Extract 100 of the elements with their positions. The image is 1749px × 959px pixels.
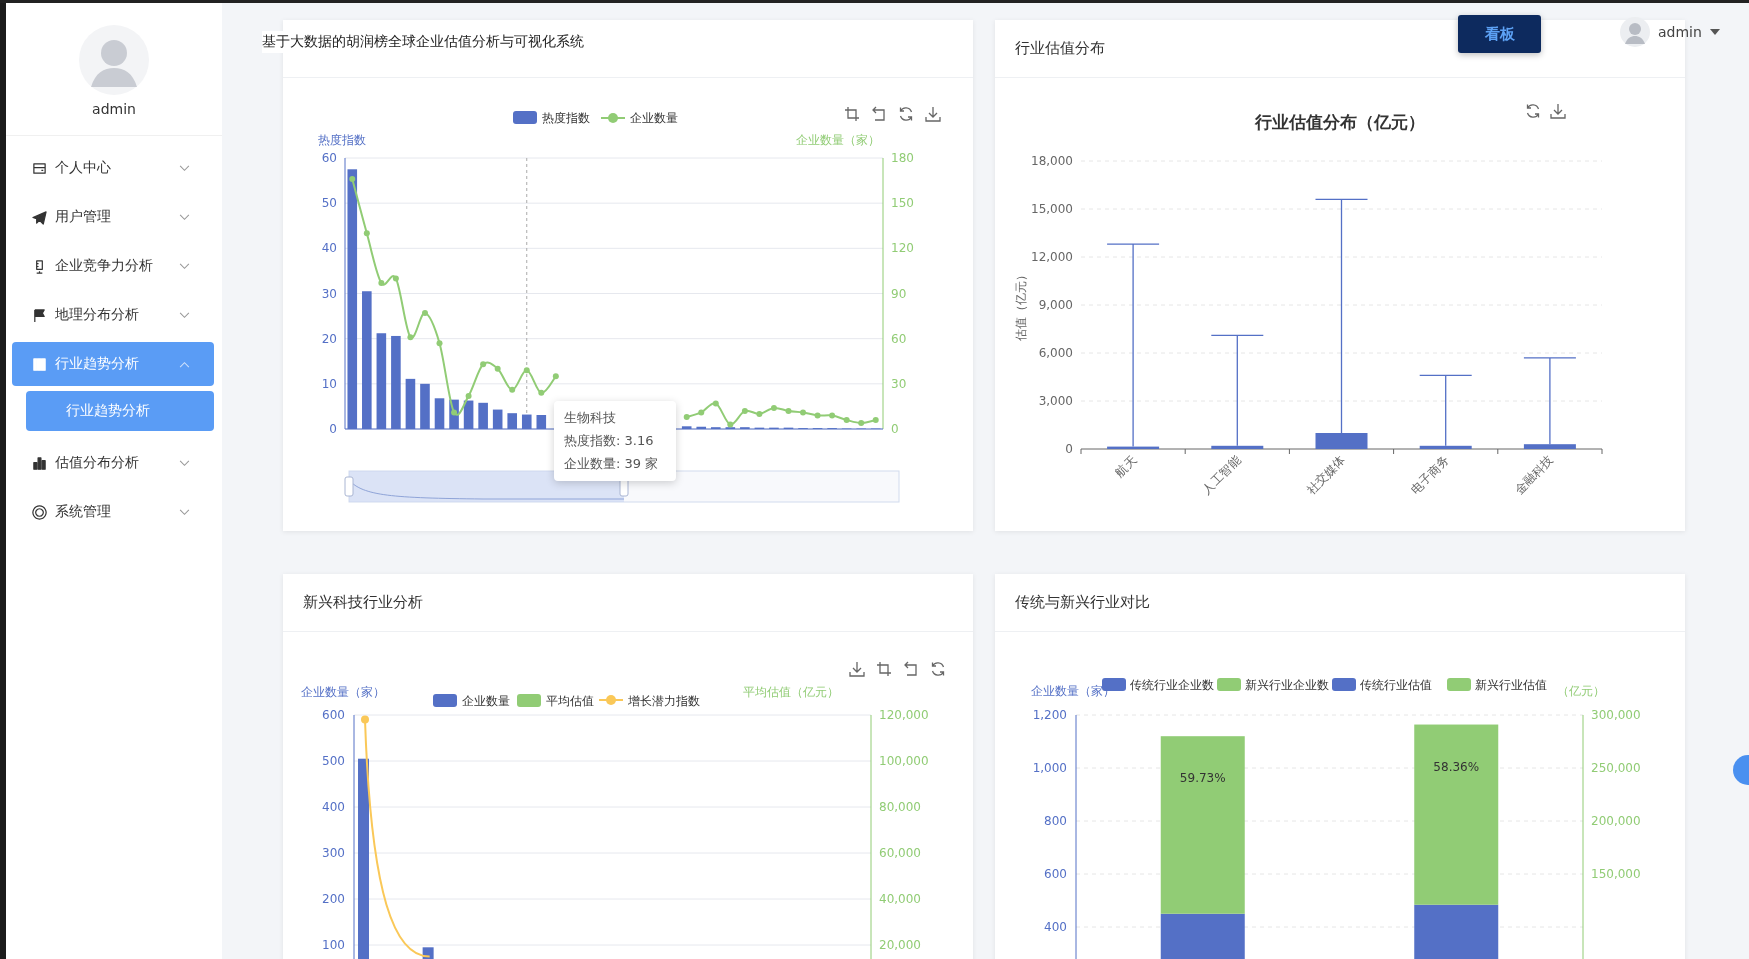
data-point: [683, 413, 690, 420]
card-title: 新兴科技行业分析: [303, 593, 423, 612]
data-point: [378, 279, 385, 286]
data-point: [800, 409, 807, 416]
zoom-area-icon[interactable]: [844, 106, 860, 122]
data-point: [814, 412, 821, 419]
tick-label: 20,000: [879, 938, 921, 952]
menu-item[interactable]: 系统管理: [12, 490, 214, 534]
menu-item[interactable]: 企业竞争力分析: [12, 244, 214, 288]
chevron-icon: [179, 311, 190, 319]
legend-label[interactable]: 平均估值: [546, 694, 594, 708]
data-point: [361, 715, 369, 724]
legend-swatch[interactable]: [598, 695, 624, 705]
zoom-reset-icon[interactable]: [904, 661, 917, 676]
tick-label: 0: [329, 422, 337, 436]
card-title: 行业估值分布: [1015, 39, 1105, 58]
data-point: [494, 365, 501, 372]
download-icon[interactable]: [849, 661, 865, 677]
caret-icon[interactable]: [1709, 29, 1720, 35]
menu-item[interactable]: 用户管理: [12, 195, 214, 239]
menu-item[interactable]: 个人中心: [12, 146, 214, 190]
data-point: [741, 407, 748, 414]
data-point: [363, 230, 370, 237]
dashboard-button[interactable]: 看板: [1458, 15, 1541, 53]
legend-label[interactable]: 企业数量: [462, 694, 510, 708]
data-point: [770, 404, 777, 411]
legend-swatch[interactable]: [433, 694, 457, 707]
data-point: [829, 412, 836, 419]
menu-item[interactable]: 地理分布分析: [12, 293, 214, 337]
data-point: [509, 386, 516, 393]
axis-title: 估值（亿元）: [1014, 269, 1028, 341]
menu-icon: [32, 307, 47, 323]
chevron-icon: [179, 459, 190, 467]
axis-title: 企业数量（家）: [796, 133, 880, 147]
user-name[interactable]: admin: [1658, 24, 1702, 40]
bar: [422, 947, 434, 959]
card-title: 传统与新兴行业对比: [1015, 593, 1150, 612]
tick-label: 15,000: [1031, 202, 1073, 216]
legend-label[interactable]: 热度指数: [542, 111, 590, 125]
menu-icon: [32, 455, 47, 471]
data-point: [843, 416, 850, 423]
download-icon[interactable]: [1550, 103, 1566, 119]
menu-icon: [32, 504, 47, 520]
legend-label[interactable]: 新兴行业企业数: [1245, 678, 1329, 692]
data-point: [538, 389, 545, 396]
data-point: [349, 176, 356, 183]
legend-swatch[interactable]: [1102, 678, 1126, 691]
legend-swatch[interactable]: [1217, 678, 1241, 691]
restore-icon[interactable]: [899, 106, 913, 122]
legend-swatch[interactable]: [1447, 678, 1471, 691]
tick-label: 300: [322, 846, 345, 860]
legend-label[interactable]: 新兴行业估值: [1475, 678, 1547, 692]
menu-item[interactable]: 估值分布分析: [12, 441, 214, 485]
category-label: 航天: [1112, 453, 1140, 481]
restore-icon[interactable]: [931, 661, 945, 677]
data-point: [523, 367, 530, 374]
tick-label: 1,000: [1032, 761, 1067, 775]
menu-icon: [32, 209, 47, 225]
data-point: [756, 410, 763, 417]
category-label: 电子商务: [1408, 453, 1452, 498]
tick-label: 150,000: [1591, 867, 1641, 881]
legend-swatch[interactable]: [517, 694, 541, 707]
legend-swatch[interactable]: [1332, 678, 1356, 691]
tick-label: 600: [322, 708, 345, 722]
data-point: [392, 275, 399, 282]
zoom-area-icon[interactable]: [876, 661, 892, 677]
category-label: 人工智能: [1199, 453, 1244, 498]
tick-label: 120: [891, 241, 914, 256]
chevron-icon: [179, 213, 190, 221]
tick-label: 20: [321, 331, 337, 346]
data-point: [552, 373, 559, 380]
legend-label[interactable]: 企业数量: [630, 111, 678, 125]
tick-label: 200,000: [1591, 814, 1641, 828]
system-title: 基于大数据的胡润榜全球企业估值分析与可视化系统: [262, 31, 584, 53]
tick-label: 120,000: [879, 708, 929, 722]
zoom-reset-icon[interactable]: [872, 106, 885, 121]
data-point: [465, 392, 472, 399]
tick-label: 60: [321, 151, 337, 165]
tick-label: 40,000: [879, 892, 921, 906]
tick-label: 400: [322, 800, 345, 814]
tick-label: 18,000: [1031, 154, 1073, 168]
tooltip-text: 热度指数: 3.16: [564, 432, 655, 450]
legend-label[interactable]: 传统行业企业数: [1130, 678, 1214, 692]
legend-swatch[interactable]: [513, 111, 537, 124]
legend-label[interactable]: 增长潜力指数: [628, 694, 700, 708]
data-label: 59.73%: [1179, 771, 1226, 786]
restore-icon[interactable]: [1526, 103, 1540, 119]
tick-label: 200: [322, 892, 345, 906]
tick-label: 60,000: [879, 846, 921, 860]
data-point: [872, 416, 879, 423]
menu-icon: [32, 160, 47, 176]
legend-swatch[interactable]: [600, 113, 626, 123]
legend-label[interactable]: 传统行业估值: [1360, 678, 1432, 692]
tick-label: 400: [1044, 920, 1067, 934]
user-avatar: [79, 25, 149, 95]
data-point: [712, 400, 719, 407]
zoom-slider[interactable]: [344, 470, 900, 503]
tick-label: 800: [1044, 814, 1067, 828]
download-icon[interactable]: [925, 106, 941, 122]
chevron-icon: [179, 262, 190, 270]
